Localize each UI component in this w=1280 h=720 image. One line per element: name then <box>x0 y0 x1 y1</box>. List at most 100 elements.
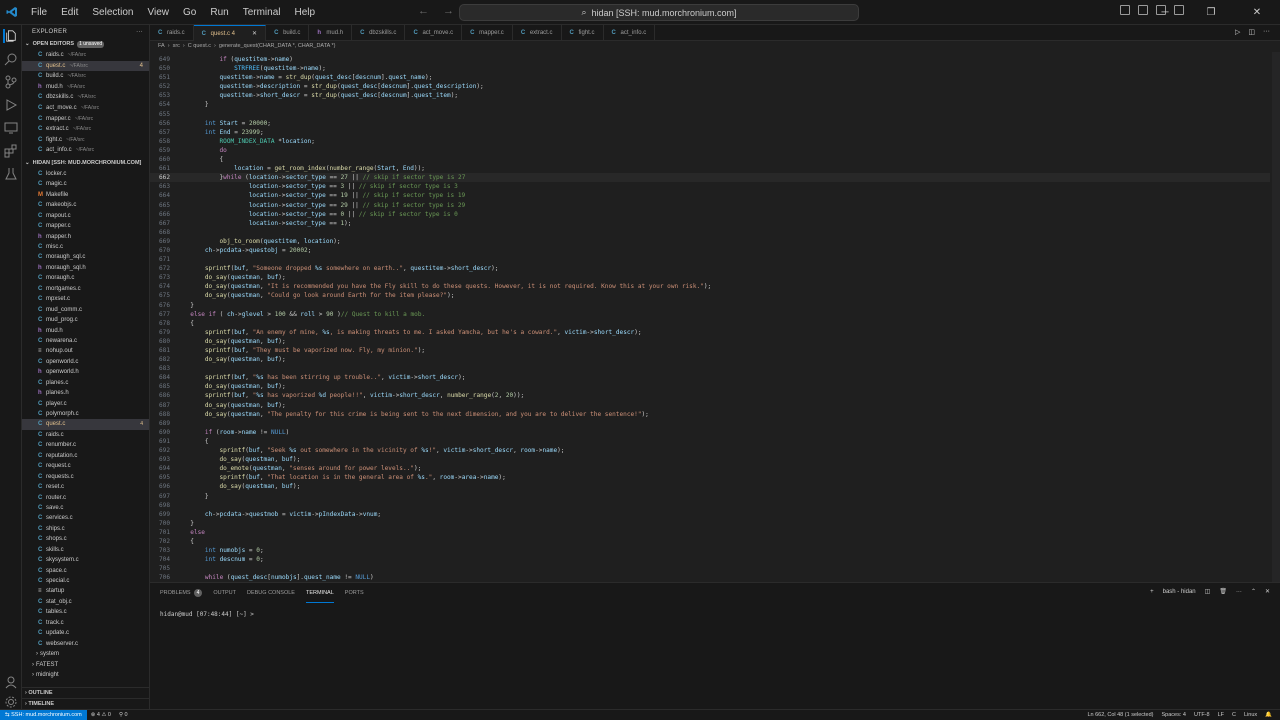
line-content[interactable]: { <box>220 155 224 164</box>
more-actions-icon[interactable]: ··· <box>1263 28 1270 36</box>
open-editor-item[interactable]: Cact_info.c ~/FA/src <box>22 145 149 156</box>
file-tree-item[interactable]: h mapper.h <box>22 232 149 242</box>
file-tree-item[interactable]: Cmisc.c <box>22 242 149 252</box>
open-editor-item[interactable]: Cquest.c ~/FA/src 4 <box>22 60 149 72</box>
line-content[interactable]: do_emote(questman, "senses around for po… <box>220 464 422 473</box>
end-of-line[interactable]: LF <box>1214 710 1228 720</box>
toggle-sidebar-icon[interactable] <box>1120 5 1130 15</box>
menu-item-terminal[interactable]: Terminal <box>236 0 288 25</box>
code-line[interactable]: 669 obj_to_room(questitem, location); <box>150 237 1270 246</box>
panel-tab-terminal[interactable]: TERMINAL <box>305 583 334 603</box>
code-line[interactable]: 649 if (questitem->name) <box>150 55 1270 64</box>
menu-item-help[interactable]: Help <box>288 0 323 25</box>
code-line[interactable]: 691 { <box>150 437 1270 446</box>
open-editor-item[interactable]: Cmapper.c ~/FA/src <box>22 114 149 125</box>
line-content[interactable]: ch->pcdata->questmob = victim->pIndexDat… <box>205 510 381 519</box>
code-line[interactable]: 657 int End = 23999; <box>150 128 1270 137</box>
close-panel-icon[interactable]: ✕ <box>1265 588 1270 595</box>
editor-tab[interactable]: Cextract.c <box>513 25 562 41</box>
file-tree-item[interactable]: Creset.c <box>22 482 149 492</box>
file-tree-item[interactable]: Creputation.c <box>22 451 149 461</box>
editor-scrollbar[interactable] <box>1272 52 1280 582</box>
line-content[interactable]: location->sector_type == 3 || // skip if… <box>249 182 458 191</box>
line-content[interactable]: do_say(questman, buf); <box>220 455 301 464</box>
code-line[interactable]: 695 sprintf(buf, "That location is in the… <box>150 473 1270 482</box>
line-content[interactable]: int descnum = 0; <box>205 555 264 564</box>
folder-item[interactable]: › system <box>22 649 149 659</box>
line-content[interactable]: sprintf(buf, "%s has vaporized %d people… <box>205 391 524 400</box>
line-content[interactable]: ch->pcdata->questobj = 20002; <box>205 246 311 255</box>
platform[interactable]: Linux <box>1240 710 1261 720</box>
line-content[interactable]: sprintf(buf, "Someone dropped %s somewhe… <box>205 264 499 273</box>
code-line[interactable]: 658 ROOM_INDEX_DATA *location; <box>150 137 1270 146</box>
file-tree-item[interactable]: Cmagic.c <box>22 179 149 189</box>
maximize-panel-icon[interactable]: ⌃ <box>1251 588 1256 595</box>
file-tree-item[interactable]: Cmakeobjs.c <box>22 200 149 210</box>
line-content[interactable]: if (questitem->name) <box>220 55 293 64</box>
line-content[interactable]: location->sector_type == 19 || // skip i… <box>249 191 466 200</box>
file-tree-item[interactable]: Cmortgames.c <box>22 284 149 294</box>
code-line[interactable]: 675 do_say(questman, "Could go look aroun… <box>150 291 1270 300</box>
open-editor-item[interactable]: Cact_move.c ~/FA/src <box>22 103 149 114</box>
terminal-name[interactable]: bash - hidan <box>1163 589 1196 595</box>
line-content[interactable]: do_say(questman, "It is recommended you … <box>205 282 711 291</box>
new-terminal-icon[interactable]: + <box>1150 589 1154 595</box>
code-line[interactable]: 680 do_say(questman, buf); <box>150 337 1270 346</box>
code-line[interactable]: 652 questitem->description = str_dup(ques… <box>150 82 1270 91</box>
line-content[interactable]: { <box>205 437 209 446</box>
close-icon[interactable]: ✕ <box>252 30 257 37</box>
file-tree-item[interactable]: h moraugh_sql.h <box>22 263 149 273</box>
line-content[interactable]: do_say(questman, "The penalty for this c… <box>205 410 649 419</box>
more-actions-icon[interactable]: ··· <box>136 25 143 39</box>
code-line[interactable]: 703 int numobjs = 0; <box>150 546 1270 555</box>
line-content[interactable]: questitem->name = str_dup(quest_desc[des… <box>220 73 433 82</box>
outline-section[interactable]: › OUTLINE <box>22 687 150 698</box>
menu-item-selection[interactable]: Selection <box>85 0 140 25</box>
source-control-icon[interactable] <box>4 75 18 89</box>
file-tree-item[interactable]: Cmud_prog.c <box>22 315 149 325</box>
code-line[interactable]: 693 do_say(questman, buf); <box>150 455 1270 464</box>
open-editor-item[interactable]: Craids.c ~/FA/src <box>22 50 149 61</box>
line-content[interactable]: do_say(questman, buf); <box>205 382 286 391</box>
code-line[interactable]: 701 else <box>150 528 1270 537</box>
menu-item-view[interactable]: View <box>141 0 177 25</box>
file-tree-item[interactable]: Cupdate.c <box>22 628 149 638</box>
code-line[interactable]: 660 { <box>150 155 1270 164</box>
code-line[interactable]: 655 <box>150 110 1270 119</box>
menu-item-run[interactable]: Run <box>203 0 235 25</box>
code-line[interactable]: 659 do <box>150 146 1270 155</box>
code-line[interactable]: 679 sprintf(buf, "An enemy of mine, %s, i… <box>150 328 1270 337</box>
code-line[interactable]: 654} <box>150 100 1270 109</box>
file-tree-item[interactable]: Cmpxset.c <box>22 294 149 304</box>
file-tree-item[interactable]: Cplanes.c <box>22 378 149 388</box>
line-content[interactable]: sprintf(buf, "Seek %s out somewhere in t… <box>220 446 565 455</box>
line-content[interactable]: } <box>205 492 209 501</box>
encoding[interactable]: UTF-8 <box>1190 710 1214 720</box>
breadcrumb-item[interactable]: generate_quest(CHAR_DATA *, CHAR_DATA *) <box>219 41 336 52</box>
explorer-icon[interactable] <box>3 29 17 43</box>
split-terminal-icon[interactable]: ◫ <box>1205 588 1211 595</box>
code-line[interactable]: 671 <box>150 255 1270 264</box>
line-content[interactable]: sprintf(buf, "An enemy of mine, %s, is m… <box>205 328 642 337</box>
minimize-icon[interactable]: ─ <box>1142 0 1188 25</box>
file-tree-item[interactable]: Cspace.c <box>22 566 149 576</box>
code-line[interactable]: 673 do_say(questman, buf); <box>150 273 1270 282</box>
file-tree-item[interactable]: Cshops.c <box>22 534 149 544</box>
editor-tab[interactable]: Cquest.c 4 ✕ <box>193 25 267 41</box>
file-tree-item[interactable]: Cstat_obj.c <box>22 597 149 607</box>
line-content[interactable]: sprintf(buf, "%s has been stirring up tr… <box>205 373 466 382</box>
code-line[interactable]: 690 if (room->name != NULL) <box>150 428 1270 437</box>
menu-item-file[interactable]: File <box>24 0 54 25</box>
code-line[interactable]: 664 location->sector_type == 19 || // ski… <box>150 191 1270 200</box>
file-tree-item[interactable]: h mud.h <box>22 326 149 336</box>
code-line[interactable]: 699 ch->pcdata->questmob = victim->pIndex… <box>150 510 1270 519</box>
editor-tab[interactable]: Cact_move.c <box>405 25 463 41</box>
terminal-output[interactable]: hidan@mud [07:48:44] [~] > <box>160 611 254 618</box>
line-content[interactable]: do_say(questman, buf); <box>205 401 286 410</box>
code-line[interactable]: 685 do_say(questman, buf); <box>150 382 1270 391</box>
folder-item[interactable]: › FATEST <box>22 660 149 670</box>
line-content[interactable]: do_say(questman, buf); <box>205 337 286 346</box>
line-content[interactable]: { <box>190 537 194 546</box>
line-content[interactable]: do <box>220 146 227 155</box>
file-tree-item[interactable]: Clocker.c <box>22 169 149 179</box>
